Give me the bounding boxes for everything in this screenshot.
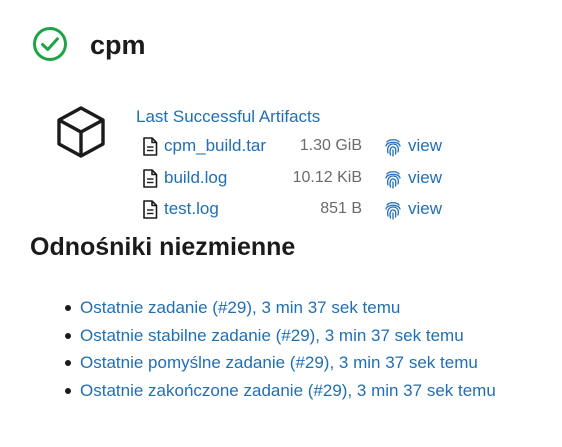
permalinks-heading: Odnośniki niezmienne bbox=[30, 233, 296, 261]
view-fingerprint-link[interactable]: view bbox=[408, 134, 442, 158]
fingerprint-icon[interactable] bbox=[384, 169, 402, 189]
artifact-file-link[interactable]: build.log bbox=[164, 166, 227, 190]
view-fingerprint-link[interactable]: view bbox=[408, 166, 442, 190]
permalinks-list: Ostatnie zadanie (#29), 3 min 37 sek tem… bbox=[65, 296, 496, 407]
list-item: Ostatnie zakończone zadanie (#29), 3 min… bbox=[65, 379, 496, 407]
artifact-file-link[interactable]: cpm_build.tar bbox=[164, 134, 266, 158]
last-successful-artifacts-link[interactable]: Last Successful Artifacts bbox=[136, 106, 320, 128]
artifact-file-size: 851 B bbox=[320, 200, 362, 217]
file-icon bbox=[143, 169, 158, 188]
artifact-row: build.log 10.12 KiB view bbox=[142, 166, 462, 190]
artifact-file-size: 10.12 KiB bbox=[292, 169, 362, 186]
bullet-icon bbox=[65, 332, 71, 339]
artifact-row: test.log 851 B view bbox=[142, 197, 462, 221]
permalink-last-stable-build[interactable]: Ostatnie stabilne zadanie (#29), 3 min 3… bbox=[80, 326, 464, 345]
list-item: Ostatnie pomyślne zadanie (#29), 3 min 3… bbox=[65, 351, 496, 379]
bullet-icon bbox=[65, 387, 71, 394]
artifact-row: cpm_build.tar 1.30 GiB view bbox=[142, 134, 462, 158]
permalink-last-successful-build[interactable]: Ostatnie pomyślne zadanie (#29), 3 min 3… bbox=[80, 353, 478, 372]
permalink-last-build[interactable]: Ostatnie zadanie (#29), 3 min 37 sek tem… bbox=[80, 298, 400, 317]
view-fingerprint-link[interactable]: view bbox=[408, 197, 442, 221]
list-item: Ostatnie zadanie (#29), 3 min 37 sek tem… bbox=[65, 296, 496, 324]
list-item: Ostatnie stabilne zadanie (#29), 3 min 3… bbox=[65, 324, 496, 352]
permalink-last-completed-build[interactable]: Ostatnie zakończone zadanie (#29), 3 min… bbox=[80, 381, 496, 400]
file-icon bbox=[143, 137, 158, 156]
job-title: cpm bbox=[90, 30, 146, 60]
fingerprint-icon[interactable] bbox=[384, 137, 402, 157]
success-check-circle-icon bbox=[33, 27, 67, 61]
package-cube-icon bbox=[57, 106, 105, 158]
artifact-file-size: 1.30 GiB bbox=[299, 137, 362, 154]
file-icon bbox=[143, 200, 158, 219]
artifact-file-link[interactable]: test.log bbox=[164, 197, 219, 221]
bullet-icon bbox=[65, 305, 71, 311]
fingerprint-icon[interactable] bbox=[384, 200, 402, 220]
bullet-icon bbox=[65, 360, 71, 366]
